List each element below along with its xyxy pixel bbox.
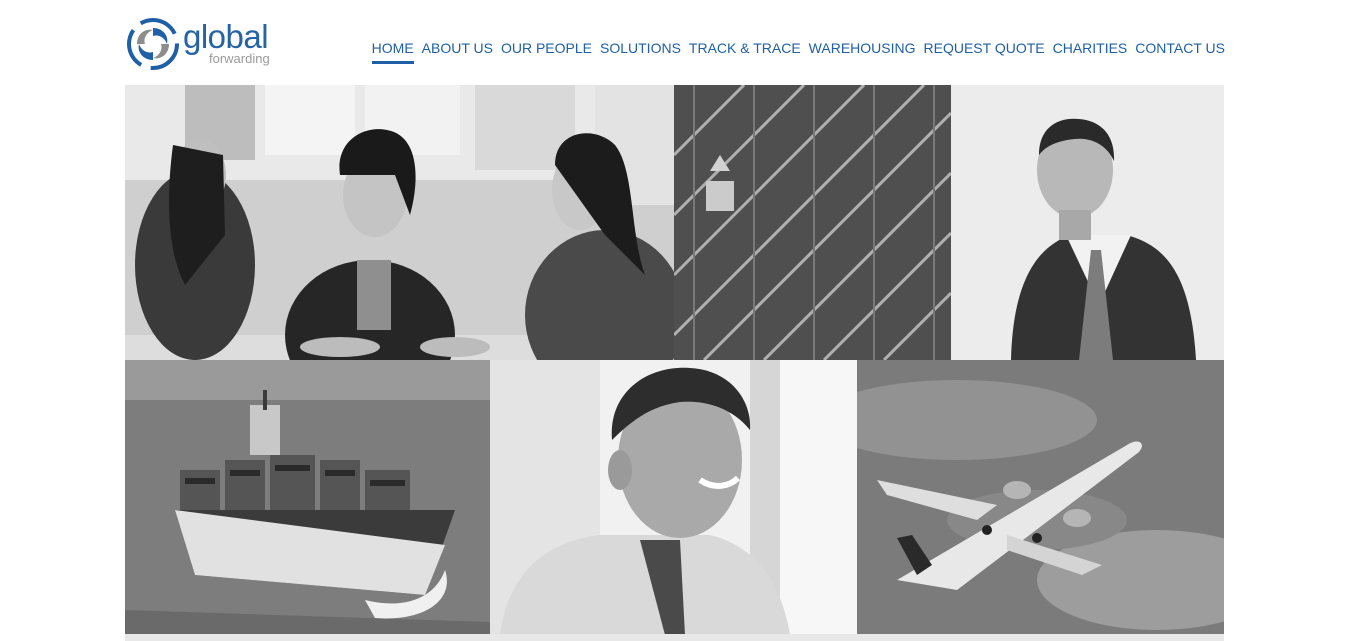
businessman-portrait-photo <box>951 85 1224 360</box>
photo-gallery <box>125 85 1224 635</box>
nav-track-trace[interactable]: TRACK & TRACE <box>689 39 801 64</box>
site-header: global forwarding HOME ABOUT US OUR PEOP… <box>125 0 1225 85</box>
nav-our-people[interactable]: OUR PEOPLE <box>501 39 592 64</box>
airplane-photo <box>857 360 1224 635</box>
logo-tagline: forwarding <box>209 51 270 66</box>
nav-home[interactable]: HOME <box>371 39 414 64</box>
smiling-man-photo <box>490 360 857 635</box>
footer-band <box>125 634 1224 641</box>
main-nav: HOME ABOUT US OUR PEOPLE SOLUTIONS TRACK… <box>371 39 1225 64</box>
swirl-logo-icon <box>127 18 179 70</box>
logo[interactable]: global forwarding <box>127 18 287 72</box>
nav-solutions[interactable]: SOLUTIONS <box>600 39 681 64</box>
logo-wordmark: global <box>183 18 269 55</box>
nav-about-us[interactable]: ABOUT US <box>422 39 493 64</box>
container-ship-photo <box>125 360 490 635</box>
nav-request-quote[interactable]: REQUEST QUOTE <box>924 39 1045 64</box>
shipping-containers-photo <box>674 85 951 360</box>
team-photo <box>125 85 674 360</box>
nav-contact-us[interactable]: CONTACT US <box>1135 39 1225 64</box>
nav-warehousing[interactable]: WAREHOUSING <box>809 39 916 64</box>
nav-charities[interactable]: CHARITIES <box>1053 39 1128 64</box>
